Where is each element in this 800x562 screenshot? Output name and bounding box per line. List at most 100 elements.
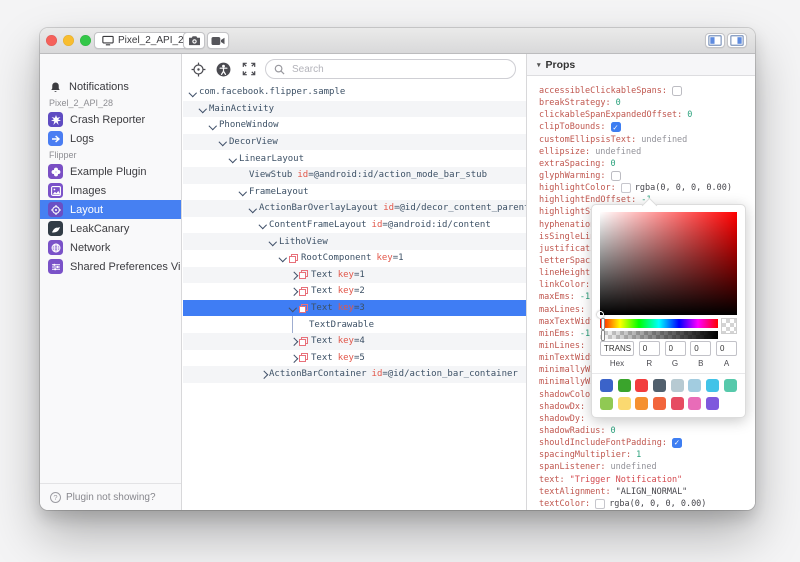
prop-checkbox[interactable] (610, 171, 621, 182)
screenshot-button[interactable] (183, 32, 205, 49)
preset-color-swatch[interactable] (635, 379, 649, 392)
r-input[interactable] (638, 341, 660, 356)
chevron-down-icon[interactable] (198, 101, 209, 118)
tree-row-linearlayout[interactable]: LinearLayout (183, 150, 526, 167)
preset-color-swatch[interactable] (600, 379, 613, 392)
chevron-down-icon[interactable] (208, 117, 219, 134)
accessibility-mode-button[interactable] (215, 61, 232, 78)
tree-row-text[interactable]: Text key =2 (183, 283, 526, 300)
plugin-help-link[interactable]: ? Plugin not showing? (40, 483, 181, 510)
close-window-button[interactable] (46, 35, 57, 46)
prop-checkbox[interactable]: ✓ (610, 122, 621, 133)
chevron-right-icon[interactable] (258, 366, 269, 383)
chevron-right-icon[interactable] (288, 267, 299, 284)
expand-corners-button[interactable] (240, 61, 257, 78)
preset-color-swatch[interactable] (670, 379, 684, 392)
g-input[interactable] (664, 341, 686, 356)
preset-color-swatch[interactable] (688, 397, 702, 410)
hex-input[interactable] (600, 341, 634, 356)
saturation-area[interactable] (597, 212, 737, 318)
preset-color-swatch[interactable] (688, 379, 702, 392)
tree-row-rootcomponent[interactable]: RootComponent key =1 (183, 250, 526, 267)
tree-row-lithoview[interactable]: LithoView (183, 233, 526, 250)
target-icon (191, 62, 206, 77)
plugin-sidebar: Notifications Pixel_2_API_28 Crash Report… (40, 54, 182, 510)
preset-color-swatch[interactable] (617, 379, 631, 392)
sidebar-item-images[interactable]: Images (40, 181, 181, 200)
preset-color-swatch[interactable] (723, 379, 737, 392)
chevron-right-icon[interactable] (288, 283, 299, 300)
sidebar-item-layout[interactable]: Layout (40, 200, 181, 219)
prop-row-textcolor: textColor: rgba(0, 0, 0, 0.00) (539, 498, 755, 510)
chevron-down-icon[interactable] (238, 184, 249, 201)
search-input[interactable] (290, 62, 515, 76)
tree-row-com-facebook-flipper-sample[interactable]: com.facebook.flipper.sample (183, 84, 526, 101)
props-section-header[interactable]: ▾ Props (527, 54, 755, 76)
chevron-down-icon[interactable] (268, 233, 279, 250)
tree-row-phonewindow[interactable]: PhoneWindow (183, 117, 526, 134)
preset-color-swatch[interactable] (706, 379, 720, 392)
preset-color-swatch[interactable] (706, 397, 720, 410)
tree-row-viewstub[interactable]: ViewStub id =@android:id/action_mode_bar_s… (183, 166, 526, 184)
chevron-down-icon[interactable] (188, 84, 199, 101)
tree-row-mainactivity[interactable]: MainActivity (183, 100, 526, 118)
chevron-right-icon[interactable] (288, 333, 299, 350)
hue-slider[interactable] (600, 317, 718, 330)
hue-cursor[interactable] (601, 317, 605, 330)
tree-row-contentframelayout[interactable]: ContentFrameLayout id =@android:id/content (183, 217, 526, 234)
prop-checkbox[interactable] (671, 86, 682, 97)
saturation-cursor[interactable] (597, 311, 604, 318)
tree-row-actionbaroverlaylayout[interactable]: ActionBarOverlayLayout id =@id/decor_conte… (183, 200, 526, 217)
tree-row-text[interactable]: Text key =5 (183, 350, 526, 367)
b-input[interactable] (690, 341, 712, 356)
target-mode-button[interactable] (190, 61, 207, 78)
prop-name: clickableSpanExpandedOffset: (539, 110, 683, 121)
prop-checkbox[interactable]: ✓ (671, 438, 682, 449)
chevron-down-icon[interactable] (278, 250, 289, 267)
tree-guide-line (288, 316, 309, 333)
chevron-down-icon[interactable] (218, 134, 229, 151)
alpha-cursor[interactable] (601, 329, 605, 341)
sidebar-item-logs[interactable]: Logs (40, 129, 181, 148)
preset-color-swatch[interactable] (600, 397, 613, 410)
chevron-down-icon[interactable] (288, 300, 299, 317)
prop-color-swatch[interactable] (620, 183, 631, 194)
preset-color-swatch[interactable] (653, 379, 667, 392)
toggle-left-sidebar-button[interactable] (705, 33, 725, 48)
preset-color-swatch[interactable] (617, 397, 631, 410)
tree-row-text[interactable]: Text key =1 (183, 266, 526, 284)
tree-row-framelayout[interactable]: FrameLayout (183, 184, 526, 201)
prop-color-swatch[interactable] (595, 498, 606, 509)
sidebar-item-notifications[interactable]: Notifications (40, 78, 181, 96)
alpha-slider[interactable] (600, 329, 718, 341)
tree-row-actionbarcontainer[interactable]: ActionBarContainer id =@id/action_bar_cont… (183, 366, 526, 383)
chevron-down-icon[interactable] (228, 150, 239, 167)
device-selector-button[interactable]: Pixel_2_API_28 (94, 32, 198, 49)
litho-component-icon (299, 353, 308, 363)
sidebar-item-leakcanary[interactable]: LeakCanary (40, 219, 181, 238)
prop-name: extraSpacing: (539, 158, 606, 169)
toggle-right-sidebar-button[interactable] (727, 33, 747, 48)
preset-color-swatch[interactable] (635, 397, 649, 410)
crash-reporter-icon (48, 112, 63, 127)
zoom-window-button[interactable] (80, 35, 91, 46)
sidebar-item-network[interactable]: Network (40, 238, 181, 257)
chevron-down-icon[interactable] (248, 200, 259, 217)
minimize-window-button[interactable] (63, 35, 74, 46)
tree-row-decorview[interactable]: DecorView (183, 133, 526, 151)
sidebar-item-crash-reporter[interactable]: Crash Reporter (40, 110, 181, 129)
tree-node-name: com.facebook.flipper.sample (199, 87, 346, 98)
sidebar-item-example-plugin[interactable]: Example Plugin (40, 162, 181, 181)
preset-color-swatch[interactable] (670, 397, 684, 410)
a-input[interactable] (716, 341, 737, 356)
prop-name: textColor: (539, 498, 591, 509)
preset-color-swatch[interactable] (653, 397, 667, 410)
tree-row-text[interactable]: Text key =4 (183, 332, 526, 350)
tree-row-text[interactable]: Text key =3 (183, 299, 526, 317)
tree-row-textdrawable[interactable]: TextDrawable (183, 316, 526, 333)
sidebar-item-label: Logs (70, 132, 94, 145)
screen-record-button[interactable] (207, 32, 229, 49)
chevron-down-icon[interactable] (258, 217, 269, 234)
sidebar-item-shared-preferences-viewer[interactable]: Shared Preferences Viewer (40, 257, 181, 276)
chevron-right-icon[interactable] (288, 350, 299, 367)
